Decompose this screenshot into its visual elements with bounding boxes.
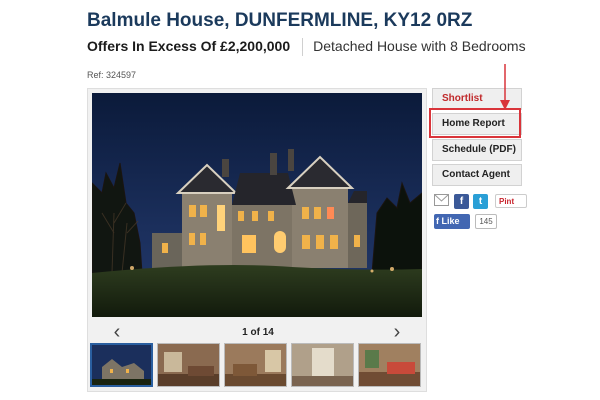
contact-agent-button[interactable]: Contact Agent — [432, 164, 522, 186]
property-description: Detached House with 8 Bedrooms and 9 Pu — [313, 38, 527, 54]
envelope-icon — [434, 194, 449, 206]
thumbnail-image — [225, 344, 286, 386]
email-icon[interactable] — [434, 194, 449, 209]
thumbnail-image — [292, 344, 353, 386]
thumbnail-5[interactable] — [358, 343, 421, 387]
thumbnail-3[interactable] — [224, 343, 287, 387]
property-page: Balmule House, DUNFERMLINE, KY12 0RZ Off… — [0, 0, 600, 400]
thumbnail-image — [359, 344, 420, 386]
next-photo-button[interactable]: › — [382, 321, 412, 343]
facebook-icon[interactable]: f — [454, 194, 469, 209]
price: Offers In Excess Of £2,200,000 — [87, 38, 291, 54]
like-count: 145 — [475, 214, 497, 229]
shortlist-button[interactable]: Shortlist — [432, 88, 522, 110]
thumbnail-2[interactable] — [157, 343, 220, 387]
like-label: Like — [441, 216, 460, 226]
thumbnail-1[interactable] — [90, 343, 153, 387]
divider — [302, 38, 304, 56]
reference-number: Ref: 324597 — [87, 70, 137, 80]
pinterest-button[interactable]: Pint — [495, 194, 527, 208]
thumbnail-strip — [90, 343, 426, 389]
facebook-like-button[interactable]: f Like — [434, 214, 470, 229]
price-row: Offers In Excess Of £2,200,000 Detached H… — [87, 38, 527, 56]
thumbnail-image — [92, 345, 151, 385]
thumbnail-4[interactable] — [291, 343, 354, 387]
property-title: Balmule House, DUNFERMLINE, KY12 0RZ — [87, 10, 473, 31]
highlight-annotation-box — [429, 108, 521, 138]
house-night-photo — [92, 93, 422, 317]
schedule-pdf-button[interactable]: Schedule (PDF) — [432, 139, 522, 161]
twitter-icon[interactable]: t — [473, 194, 488, 209]
thumbnail-image — [158, 344, 219, 386]
photo-counter: 1 of 14 — [242, 327, 274, 338]
photo-gallery: ‹ 1 of 14 › — [87, 88, 427, 392]
main-photo[interactable] — [92, 93, 422, 317]
